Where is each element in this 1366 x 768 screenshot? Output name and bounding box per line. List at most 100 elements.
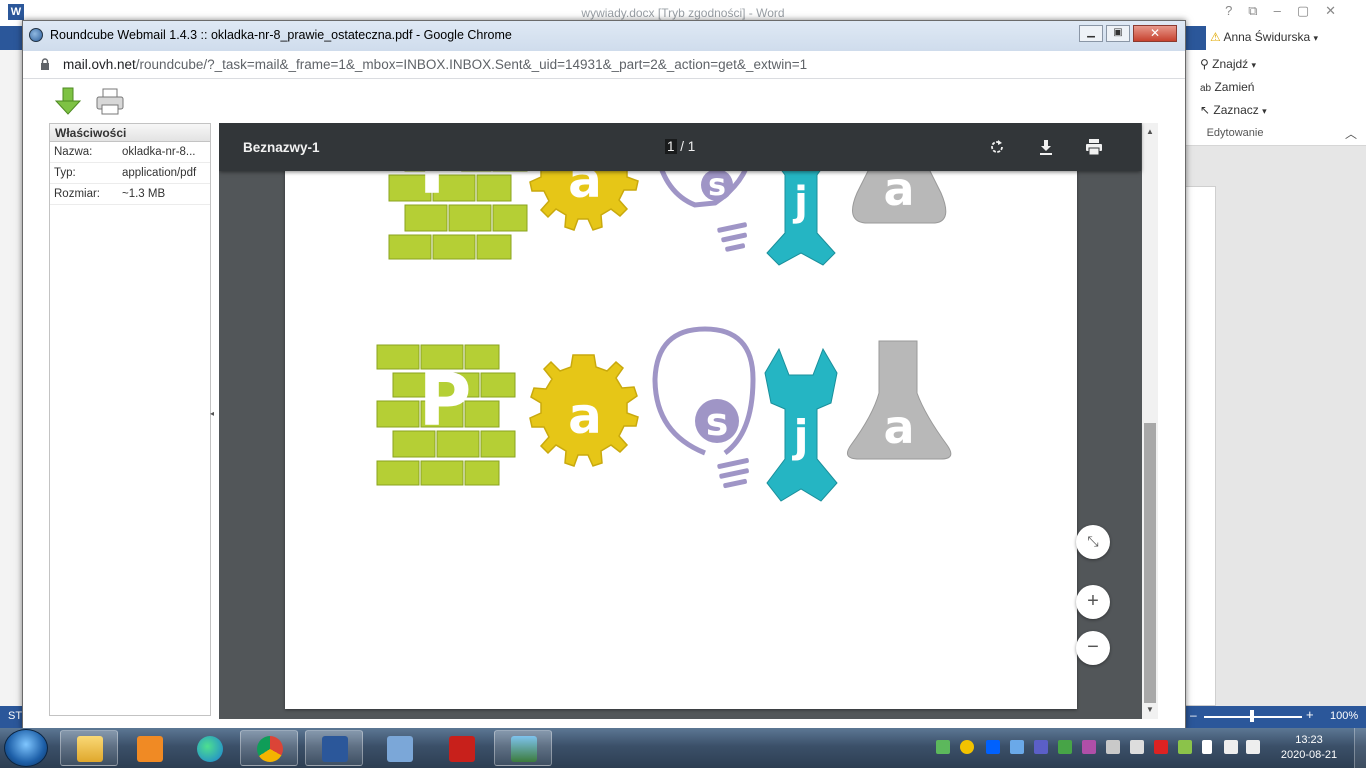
chevron-down-icon: ▾ (1251, 60, 1257, 70)
print-icon[interactable] (1084, 137, 1104, 157)
zoom-out-button[interactable]: – (1190, 708, 1197, 722)
teams-icon[interactable] (1034, 740, 1048, 754)
property-row: Typ: application/pdf (50, 163, 210, 184)
taskbar-photo-viewer[interactable] (494, 730, 552, 766)
scroll-down-arrow[interactable]: ▼ (1146, 705, 1154, 714)
word-icon (322, 736, 348, 762)
download-icon[interactable] (1036, 137, 1056, 157)
sync-icon[interactable] (960, 740, 974, 754)
print-icon[interactable] (95, 85, 125, 117)
select-button[interactable]: ↖ Zaznacz ▾ (1200, 103, 1267, 117)
chevron-down-icon: ▾ (1262, 106, 1267, 116)
close-button[interactable]: ✕ (1133, 25, 1177, 42)
url-host: mail.ovh.net (63, 57, 136, 72)
security-icon[interactable] (936, 740, 950, 754)
ati-icon[interactable] (1154, 740, 1168, 754)
word-window-controls[interactable]: ?⧉–▢✕ (1225, 3, 1352, 19)
property-row: Rozmiar: ~1.3 MB (50, 184, 210, 205)
download-icon[interactable] (53, 85, 83, 117)
properties-panel: Właściwości Nazwa: okladka-nr-8... Typ: … (49, 123, 211, 716)
url-path: /roundcube/?_task=mail&_frame=1&_mbox=IN… (135, 57, 808, 72)
photo-viewer-icon (511, 736, 537, 762)
pdf-page: P a s j a P a s j a (285, 123, 1077, 709)
app-tray-icon[interactable] (1010, 740, 1024, 754)
word-user-name: Anna Świdurska (1223, 30, 1311, 44)
cursor-icon: ↖ (1200, 103, 1211, 117)
roundcube-attachment-view: Właściwości Nazwa: okladka-nr-8... Typ: … (23, 79, 1185, 730)
properties-header: Właściwości (50, 124, 210, 142)
word-window-title: wywiady.docx [Tryb zgodności] - Word (581, 6, 785, 20)
zoom-slider-thumb[interactable] (1250, 710, 1254, 722)
logo-artwork: P a s j a P a s j a (376, 123, 952, 502)
app-tray-icon[interactable] (1106, 740, 1120, 754)
chrome-titlebar: Roundcube Webmail 1.4.3 :: okladka-nr-8_… (23, 21, 1185, 51)
windows-taskbar: 13:23 2020-08-21 (0, 728, 1366, 768)
logo-letter-p: P (419, 358, 472, 442)
address-bar[interactable]: mail.ovh.net/roundcube/?_task=mail&_fram… (23, 51, 1185, 79)
chrome-window-title: Roundcube Webmail 1.4.3 :: okladka-nr-8_… (50, 28, 512, 42)
chrome-icon (257, 736, 283, 762)
property-value: ~1.3 MB (122, 188, 166, 200)
app-tray-icon[interactable] (1058, 740, 1072, 754)
minimize-button[interactable]: ▁ (1079, 25, 1103, 42)
find-label: Znajdź (1212, 57, 1249, 71)
svg-text:j: j (792, 179, 808, 225)
property-key: Typ: (54, 167, 76, 179)
taskbar-edge[interactable] (180, 730, 238, 766)
panel-resizer-handle[interactable]: ◂ (210, 409, 214, 418)
system-clock[interactable]: 13:23 2020-08-21 (1276, 733, 1342, 763)
zoom-level[interactable]: 100% (1330, 710, 1358, 722)
fit-page-button[interactable]: ⤡ (1076, 525, 1110, 559)
chevron-down-icon: ▾ (1313, 33, 1319, 43)
maximize-button[interactable]: ▣ (1106, 25, 1130, 42)
app-tray-icon[interactable] (1082, 740, 1096, 754)
taskbar-network-app[interactable] (370, 730, 428, 766)
network-icon (387, 736, 413, 762)
flag-icon[interactable] (1202, 740, 1212, 754)
pdf-viewer: Beznazwy-1 1 / 1 P a s j a P a s j a ⤡ +… (219, 123, 1158, 719)
current-page-input[interactable]: 1 (665, 139, 677, 154)
keyboard-icon[interactable] (1130, 740, 1144, 754)
dropbox-icon[interactable] (986, 740, 1000, 754)
page-indicator: 1 / 1 (665, 139, 695, 154)
vertical-scrollbar[interactable]: ▲ ▼ (1142, 123, 1158, 719)
volume-icon[interactable] (1246, 740, 1260, 754)
taskbar-chrome[interactable] (240, 730, 298, 766)
zoom-in-button[interactable]: + (1306, 707, 1314, 722)
rotate-icon[interactable] (987, 137, 1007, 157)
taskbar-explorer[interactable] (60, 730, 118, 766)
taskbar-word[interactable] (305, 730, 363, 766)
property-key: Rozmiar: (54, 188, 101, 200)
clock-date: 2020-08-21 (1280, 749, 1338, 761)
replace-button[interactable]: ab Zamień (1200, 80, 1254, 94)
logo-letter-a: a (568, 387, 602, 445)
collapse-ribbon-icon[interactable]: ︿ (1345, 125, 1357, 142)
url-text[interactable]: mail.ovh.net/roundcube/?_task=mail&_fram… (63, 57, 807, 72)
word-left-pane (0, 50, 24, 706)
select-label: Zaznacz (1213, 103, 1259, 117)
zoom-out-button[interactable]: − (1076, 631, 1110, 665)
scroll-up-arrow[interactable]: ▲ (1146, 127, 1154, 136)
replace-icon: ab (1200, 83, 1212, 94)
editing-group-label: Edytowanie (1206, 127, 1264, 139)
logo-row-main: P a s j a (376, 326, 952, 502)
pdf-title: Beznazwy-1 (243, 140, 320, 155)
pdf-toolbar: Beznazwy-1 1 / 1 (219, 123, 1141, 171)
show-desktop-button[interactable] (1354, 728, 1366, 768)
taskbar-media-player[interactable] (120, 730, 178, 766)
network-tray-icon[interactable] (1224, 740, 1238, 754)
zoom-in-button[interactable]: + (1076, 585, 1110, 619)
start-button[interactable] (4, 729, 48, 767)
binoculars-icon: ⚲ (1200, 57, 1209, 71)
app-tray-icon[interactable] (1178, 740, 1192, 754)
scrollbar-thumb[interactable] (1144, 423, 1156, 703)
word-user-account[interactable]: ⚠ Anna Świdurska ▾ (1206, 26, 1366, 50)
find-button[interactable]: ⚲ Znajdź ▾ (1200, 57, 1256, 71)
taskbar-acrobat[interactable] (432, 730, 490, 766)
logo-letter-j: j (791, 411, 808, 462)
lock-icon (41, 58, 49, 70)
property-value: application/pdf (122, 167, 197, 179)
edge-icon (197, 736, 223, 762)
word-status-text: ST (8, 710, 23, 722)
logo-letter-s: s (706, 400, 729, 444)
